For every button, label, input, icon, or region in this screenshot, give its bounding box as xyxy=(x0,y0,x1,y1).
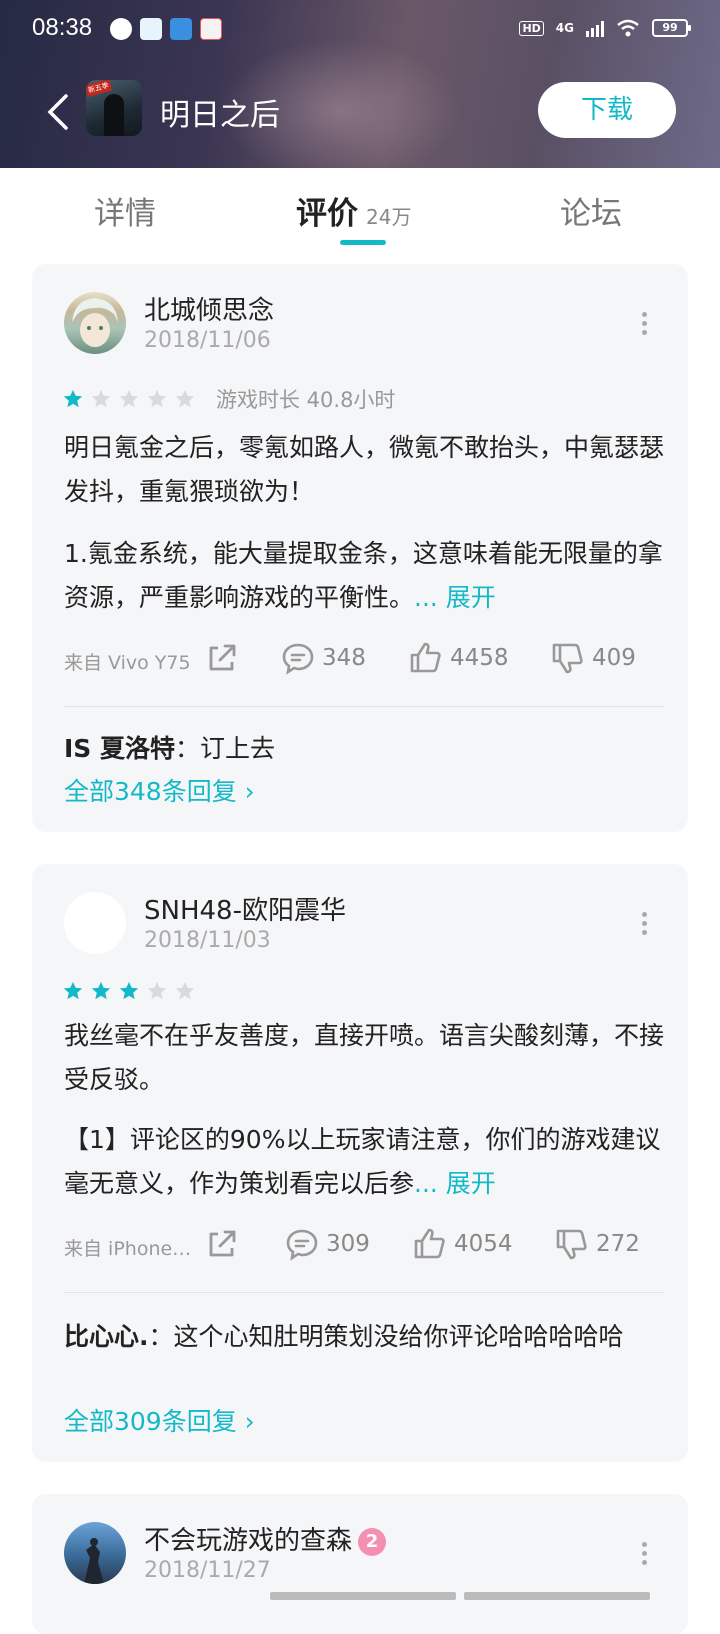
app58-icon xyxy=(200,18,222,40)
comment-button[interactable]: 348 xyxy=(280,640,366,676)
review-username[interactable]: 不会玩游戏的查森 2 xyxy=(144,1520,387,1557)
comment-button[interactable]: 309 xyxy=(284,1226,370,1262)
all-replies-link[interactable]: 全部309条回复 › xyxy=(64,1402,255,1438)
tab-reviews[interactable]: 评价 24万 xyxy=(296,188,411,233)
playtime: 游戏时长 40.8小时 xyxy=(216,388,396,412)
dislike-count: 272 xyxy=(596,1231,640,1257)
star-icon xyxy=(147,389,167,408)
speed-icon xyxy=(110,18,132,40)
tab-bar: 详情 评价 24万 论坛 xyxy=(0,168,720,248)
avatar[interactable] xyxy=(64,1522,126,1584)
reply-preview[interactable]: IS 夏洛特：订上去 xyxy=(64,728,664,770)
comment-icon xyxy=(282,643,314,675)
expand-link[interactable]: ... 展开 xyxy=(414,1169,496,1198)
review-date: 2018/11/03 xyxy=(144,928,271,953)
review-username[interactable]: SNH48-欧阳震华 xyxy=(144,890,346,927)
star-icon xyxy=(91,981,111,1000)
tab-forum[interactable]: 论坛 xyxy=(560,188,622,233)
app-title: 明日之后 xyxy=(160,98,280,133)
screenshot-overlay-bars xyxy=(270,1592,650,1600)
wifi-icon xyxy=(617,19,639,37)
divider xyxy=(64,1292,664,1293)
baidu-icon xyxy=(170,18,192,40)
divider xyxy=(64,706,664,707)
review-date: 2018/11/27 xyxy=(144,1558,271,1583)
thumbs-down-icon xyxy=(556,1229,587,1260)
review-card: 不会玩游戏的查森 2 2018/11/27 xyxy=(32,1494,688,1634)
reply-username: 比心心. xyxy=(64,1322,149,1351)
review-text: 我丝毫不在乎友善度，直接开喷。语言尖酸刻薄，不接受反驳。 xyxy=(64,1021,665,1094)
back-arrow-icon[interactable] xyxy=(44,92,72,132)
telegram-icon xyxy=(140,18,162,40)
network-label: 4G xyxy=(555,21,574,35)
tab-details[interactable]: 详情 xyxy=(94,188,156,233)
device-source: 来自 iPhone… xyxy=(64,1238,192,1260)
reply-text: ：这个心知肚明策划没给你评论哈哈哈哈哈 xyxy=(148,1322,624,1351)
reply-preview[interactable]: 比心心.：这个心知肚明策划没给你评论哈哈哈哈哈 xyxy=(64,1316,664,1358)
app-header: 08:38 HD 4G 99 新五季 明日之后 下载 xyxy=(0,0,720,168)
star-icon xyxy=(63,981,83,1000)
status-time: 08:38 xyxy=(32,14,93,41)
like-count: 4054 xyxy=(454,1231,513,1257)
active-tab-indicator xyxy=(340,240,386,245)
star-icon xyxy=(91,389,111,408)
like-count: 4458 xyxy=(450,645,509,671)
review-text: 明日氪金之后，零氪如路人，微氪不敢抬头，中氪瑟瑟发抖，重氪猥琐欲为！ xyxy=(64,433,665,506)
star-icon xyxy=(63,389,83,408)
thumbs-up-icon xyxy=(410,642,441,673)
comment-count: 309 xyxy=(326,1231,370,1257)
star-icon xyxy=(175,981,195,1000)
all-replies-link[interactable]: 全部348条回复 › xyxy=(64,772,255,808)
star-icon xyxy=(175,389,195,408)
dislike-button[interactable]: 409 xyxy=(550,640,636,676)
share-icon xyxy=(209,644,236,671)
review-text-more: 1.氪金系统，能大量提取金条，这意味着能无限量的拿资源，严重影响游戏的平衡性。.… xyxy=(64,539,663,612)
expand-link[interactable]: ... 展开 xyxy=(414,583,496,612)
app-icon: 新五季 xyxy=(86,80,142,136)
review-date: 2018/11/06 xyxy=(144,328,271,353)
avatar[interactable] xyxy=(64,292,126,354)
share-button[interactable] xyxy=(204,640,240,676)
avatar[interactable] xyxy=(64,892,126,954)
review-actions: 来自 iPhone… 309 4054 272 xyxy=(64,1224,664,1268)
hd-icon: HD xyxy=(519,20,544,36)
review-username[interactable]: 北城倾思念 xyxy=(144,290,274,327)
review-card: 北城倾思念 2018/11/06 游戏时长 40.8小时 明日氪金之后，零氪如路… xyxy=(32,264,688,832)
more-options-icon[interactable] xyxy=(642,912,648,936)
star-rating xyxy=(62,388,196,410)
more-options-icon[interactable] xyxy=(642,1542,648,1566)
more-options-icon[interactable] xyxy=(642,312,648,336)
star-icon xyxy=(147,981,167,1000)
thumbs-up-icon xyxy=(414,1228,445,1259)
download-button[interactable]: 下载 xyxy=(538,82,676,138)
review-actions: 来自 Vivo Y75 348 4458 409 xyxy=(64,638,664,682)
review-count: 24万 xyxy=(366,205,412,229)
share-button[interactable] xyxy=(204,1226,240,1262)
dislike-button[interactable]: 272 xyxy=(554,1226,640,1262)
thumbs-down-icon xyxy=(552,643,583,674)
review-card: SNH48-欧阳震华 2018/11/03 我丝毫不在乎友善度，直接开喷。语言尖… xyxy=(32,864,688,1462)
like-button[interactable]: 4458 xyxy=(408,640,509,676)
review-text-more: 【1】评论区的90%以上玩家请注意，你们的游戏建议毫无意义，作为策划看完以后参.… xyxy=(64,1125,661,1198)
star-icon xyxy=(119,981,139,1000)
reply-text: ：订上去 xyxy=(175,734,276,763)
star-icon xyxy=(119,389,139,408)
comment-count: 348 xyxy=(322,645,366,671)
status-bar: 08:38 HD 4G 99 xyxy=(0,0,720,56)
comment-icon xyxy=(286,1229,318,1261)
signal-icon xyxy=(586,19,604,37)
like-button[interactable]: 4054 xyxy=(412,1226,513,1262)
device-source: 来自 Vivo Y75 xyxy=(64,652,191,674)
battery-icon: 99 xyxy=(652,19,691,37)
share-icon xyxy=(209,1230,236,1257)
star-rating xyxy=(62,980,196,1002)
reply-username: IS 夏洛特 xyxy=(64,734,176,763)
dislike-count: 409 xyxy=(592,645,636,671)
level-badge: 2 xyxy=(358,1527,387,1556)
